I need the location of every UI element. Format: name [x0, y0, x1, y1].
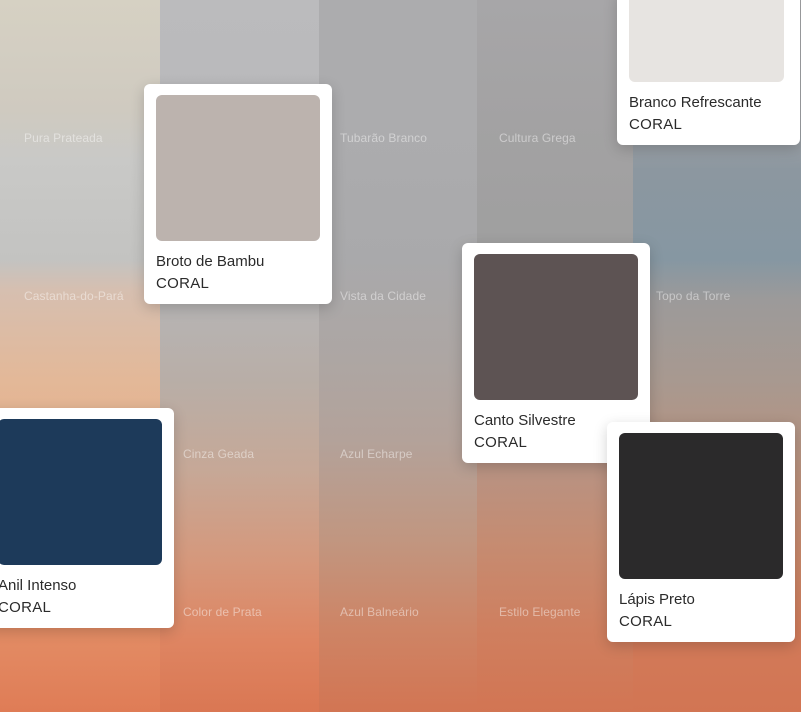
grid-color-label: Azul Echarpe	[340, 447, 413, 461]
color-brand: CORAL	[474, 434, 528, 451]
color-name: Anil Intenso	[0, 577, 77, 594]
color-name: Canto Silvestre	[474, 412, 576, 429]
color-card-lapis-preto[interactable]: Lápis Preto CORAL	[607, 422, 795, 642]
color-swatch	[474, 254, 638, 400]
grid-color-label: Topo da Torre	[656, 289, 731, 303]
color-name: Lápis Preto	[619, 591, 695, 608]
grid-color-label: Cinza Geada	[183, 447, 255, 461]
color-brand: CORAL	[629, 116, 683, 133]
grid-color-label: Color de Prata	[183, 605, 262, 619]
color-card-broto-de-bambu[interactable]: Broto de Bambu CORAL	[144, 84, 332, 304]
grid-color-label: Vista da Cidade	[340, 289, 427, 303]
bottom-divider	[0, 712, 801, 717]
color-swatch	[629, 0, 784, 82]
color-brand: CORAL	[619, 613, 673, 630]
color-palette-board: Pura Prateada Tubarão Branco Cultura Gre…	[0, 0, 801, 717]
color-name: Branco Refrescante	[629, 94, 762, 111]
grid-color-label: Pura Prateada	[24, 131, 103, 145]
grid-color-label: Cultura Grega	[499, 131, 576, 145]
grid-color-label: Tubarão Branco	[340, 131, 428, 145]
color-card-anil-intenso[interactable]: Anil Intenso CORAL	[0, 408, 174, 628]
grid-color-label: Castanha-do-Pará	[24, 289, 124, 303]
color-swatch	[156, 95, 320, 241]
color-card-branco-refrescante[interactable]: Branco Refrescante CORAL	[617, 0, 800, 145]
color-brand: CORAL	[0, 599, 52, 616]
color-brand: CORAL	[156, 275, 210, 292]
color-swatch	[0, 419, 162, 565]
color-swatch	[619, 433, 783, 579]
grid-color-label: Estilo Elegante	[499, 605, 581, 619]
color-name: Broto de Bambu	[156, 253, 265, 270]
grid-color-label: Azul Balneário	[340, 605, 419, 619]
